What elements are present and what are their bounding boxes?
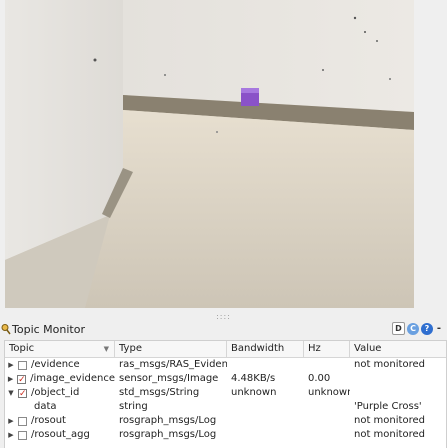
expand-arrow-icon[interactable]: ▶ (5, 372, 16, 386)
expand-arrow-icon[interactable]: ▶ (5, 428, 17, 442)
topic-hz: unknown (308, 387, 350, 398)
topic-name: /object_id (31, 387, 80, 398)
topic-type: std_msgs/String (119, 387, 200, 398)
topic-type: rosgraph_msgs/Log (119, 429, 217, 440)
magnifier-icon (1, 323, 11, 335)
topic-value: not monitored (354, 429, 425, 440)
topic-hz (304, 414, 350, 428)
table-row[interactable]: ▶ /image_evidence sensor_msgs/Image 4.48… (5, 372, 446, 387)
topic-type: sensor_msgs/Image (119, 373, 219, 384)
field-hz (304, 400, 350, 414)
column-hz[interactable]: Hz (304, 341, 350, 357)
monitor-checkbox[interactable] (18, 416, 27, 426)
topic-table: Topic ▼ Type Bandwidth Hz Value ▶ /evide… (4, 340, 447, 448)
field-type: string (119, 401, 148, 412)
monitor-checkbox[interactable] (17, 373, 27, 386)
column-bandwidth[interactable]: Bandwidth (227, 341, 304, 357)
topic-name: /rosout_agg (31, 429, 90, 440)
topic-type: ras_msgs/RAS_Evidence (119, 359, 227, 370)
monitor-checkbox[interactable] (18, 360, 27, 370)
field-bandwidth (227, 400, 304, 414)
table-row-child[interactable]: data string 'Purple Cross' (5, 400, 446, 414)
topic-name: /image_evidence (30, 373, 115, 384)
collapse-arrow-icon[interactable]: ▼ (5, 386, 17, 400)
camera-image (5, 0, 414, 308)
column-topic[interactable]: Topic ▼ (5, 341, 115, 357)
topic-bandwidth: 4.48KB/s (231, 373, 276, 384)
monitor-checkbox[interactable] (18, 430, 27, 440)
close-icon[interactable]: - (435, 323, 443, 335)
topic-value (350, 386, 446, 400)
topic-value: not monitored (354, 359, 425, 370)
table-header: Topic ▼ Type Bandwidth Hz Value (5, 341, 446, 358)
sort-arrow-icon: ▼ (103, 345, 109, 353)
expand-arrow-icon[interactable]: ▶ (5, 358, 17, 372)
dock-icon[interactable]: D (392, 322, 405, 335)
field-value: 'Purple Cross' (354, 401, 422, 412)
column-type[interactable]: Type (115, 341, 227, 357)
panel-title: Topic Monitor (12, 322, 85, 336)
monitor-checkbox[interactable] (18, 387, 27, 400)
column-topic-label: Topic (9, 343, 35, 354)
column-value[interactable]: Value (350, 341, 446, 357)
topic-type: rosgraph_msgs/Log (119, 415, 217, 426)
table-row[interactable]: ▼ /object_id std_msgs/String unknown unk… (5, 386, 446, 401)
topic-bandwidth: unknown (231, 387, 277, 398)
topic-bandwidth (227, 428, 304, 442)
help-icon[interactable]: ? (421, 322, 433, 335)
reload-icon[interactable]: C (407, 322, 419, 335)
field-name: data (34, 401, 57, 412)
table-row[interactable]: ▶ /rosout rosgraph_msgs/Log not monitore… (5, 414, 446, 428)
table-row[interactable]: ▶ /rosout_agg rosgraph_msgs/Log not moni… (5, 428, 446, 442)
topic-hz (304, 428, 350, 442)
camera-scene (5, 0, 414, 308)
table-row[interactable]: ▶ /evidence ras_msgs/RAS_Evidence not mo… (5, 358, 446, 372)
topic-hz: 0.00 (308, 373, 331, 384)
topic-value: not monitored (354, 415, 425, 426)
topic-hz (304, 358, 350, 372)
expand-arrow-icon[interactable]: ▶ (5, 414, 17, 428)
image-view-area (0, 0, 447, 312)
topic-monitor-header: Topic Monitor D C ? - (0, 320, 447, 338)
topic-value (350, 372, 446, 386)
topic-name: /rosout (31, 415, 66, 426)
splitter-handle[interactable]: :::: (0, 312, 447, 321)
topic-bandwidth (227, 414, 304, 428)
topic-bandwidth (227, 358, 304, 372)
topic-name: /evidence (31, 359, 80, 370)
